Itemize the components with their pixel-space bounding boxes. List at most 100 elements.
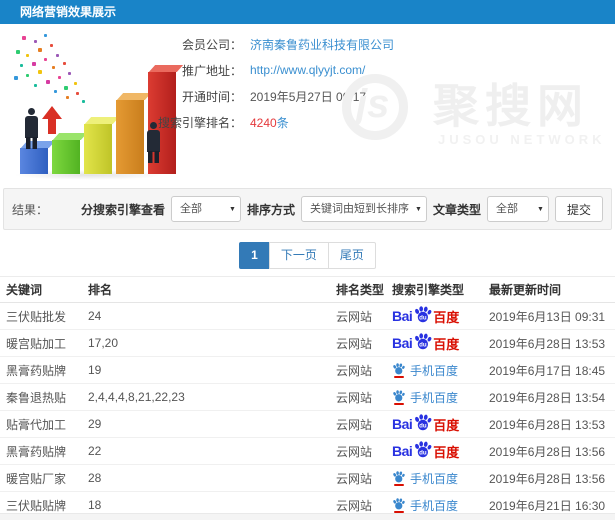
table-row: 黑膏药贴牌 19 云网站 Bai du 百度: [0, 357, 615, 384]
rank-link[interactable]: 2,4,4,4,8,21,22,23: [86, 384, 334, 411]
engine-cell: Bai du 百度: [390, 357, 487, 384]
promo-url-link[interactable]: http://www.qlyyjt.com/: [250, 63, 365, 77]
confetti-dot: [44, 58, 47, 61]
updated-cell: 2019年6月28日 13:53: [487, 411, 615, 438]
rank-count-label: 搜索引擎排名：: [150, 114, 242, 131]
marketing-report-page: 网络营销效果展示: [0, 0, 615, 520]
baidu-paw-icon: du: [413, 414, 432, 431]
rank-count-unit: 条: [277, 116, 289, 130]
baidu-logo-icon: Bai du 百度: [392, 333, 459, 353]
baidu-paw-icon: du: [413, 333, 432, 350]
confetti-dot: [26, 54, 29, 57]
confetti-dot: [56, 54, 59, 57]
last-page-button[interactable]: 尾页: [328, 242, 376, 269]
table-row: 秦鲁退热贴 2,4,4,4,8,21,22,23 云网站 Bai du 百度: [0, 384, 615, 411]
promo-url-label: 推广地址：: [150, 62, 242, 79]
rank-type-cell: 云网站: [334, 357, 390, 384]
up-arrow-stem: [48, 118, 56, 134]
col-engine-type: 搜索引擎类型: [390, 277, 487, 303]
keyword-rank-table: 关键词 排名 排名类型 搜索引擎类型 最新更新时间 三伏贴批发 24 云网站 B…: [0, 276, 615, 519]
svg-text:du: du: [419, 450, 427, 457]
engine-cell: Bai du 百度: [390, 411, 487, 438]
svg-text:du: du: [419, 342, 427, 349]
confetti-dot: [26, 74, 29, 77]
company-link[interactable]: 济南秦鲁药业科技有限公司: [250, 36, 394, 53]
baidu-logo-icon: Bai du 百度: [392, 441, 459, 461]
confetti-dot: [58, 76, 61, 79]
mobile-paw-icon: [392, 498, 405, 510]
baidu-paw-icon: du: [413, 441, 432, 458]
rank-count-value: 4240: [250, 116, 277, 130]
keyword-cell: 黑膏药贴牌: [0, 357, 86, 384]
page-header: 网络营销效果展示: [0, 0, 615, 24]
updated-cell: 2019年6月28日 13:56: [487, 465, 615, 492]
updated-cell: 2019年6月28日 13:53: [487, 330, 615, 357]
confetti-dot: [38, 70, 42, 74]
rank-link[interactable]: 24: [86, 303, 334, 330]
confetti-dot: [74, 82, 77, 85]
open-time-value: 2019年5月27日 09:17: [250, 88, 366, 105]
baidu-logo-icon: Bai du 百度: [392, 414, 459, 434]
rank-type-cell: 云网站: [334, 330, 390, 357]
rank-link[interactable]: 29: [86, 411, 334, 438]
confetti-dot: [20, 64, 23, 67]
rank-count-row: 搜索引擎排名： 4240条: [150, 112, 480, 132]
confetti-dot: [66, 96, 69, 99]
rank-link[interactable]: 17,20: [86, 330, 334, 357]
mobile-paw-icon: [392, 363, 405, 375]
engine-cell: Bai du 百度: [390, 303, 487, 330]
page-1-button[interactable]: 1: [239, 242, 270, 269]
baidu-paw-icon: du: [413, 306, 432, 323]
confetti-dot: [22, 36, 26, 40]
footer-strip: [0, 513, 615, 520]
confetti-dot: [32, 62, 36, 66]
col-updated: 最新更新时间: [487, 277, 615, 303]
confetti-dot: [54, 90, 57, 93]
rank-link[interactable]: 19: [86, 357, 334, 384]
rank-type-cell: 云网站: [334, 411, 390, 438]
rank-type-cell: 云网站: [334, 384, 390, 411]
rank-type-cell: 云网站: [334, 438, 390, 465]
svg-text:du: du: [419, 315, 427, 322]
col-rank: 排名: [86, 277, 334, 303]
confetti-dot: [64, 86, 68, 90]
updated-cell: 2019年6月28日 13:56: [487, 438, 615, 465]
next-page-button[interactable]: 下一页: [269, 242, 329, 269]
article-type-select[interactable]: 全部: [487, 196, 549, 222]
col-keyword: 关键词: [0, 277, 86, 303]
table-row: 暖宫贴厂家 28 云网站 Bai du 百度: [0, 465, 615, 492]
rank-link[interactable]: 22: [86, 438, 334, 465]
open-time-row: 开通时间： 2019年5月27日 09:17: [150, 86, 480, 106]
page-title: 网络营销效果展示: [0, 0, 615, 24]
mobile-paw-icon: [392, 471, 405, 483]
confetti-dot: [34, 40, 37, 43]
confetti-dot: [63, 62, 66, 65]
filter-bar: 结果： 分搜索引擎查看 全部 排序方式 关键词由短到长排序 文章类型 全部 提交: [3, 188, 612, 230]
promo-url-row: 推广地址： http://www.qlyyjt.com/: [150, 60, 480, 80]
keyword-cell: 暖宫贴厂家: [0, 465, 86, 492]
engine-cell: Bai du 百度: [390, 384, 487, 411]
confetti-dot: [68, 72, 71, 75]
rank-link[interactable]: 28: [86, 465, 334, 492]
baidu-logo-icon: Bai du 百度: [392, 306, 459, 326]
table-row: 黑膏药贴牌 22 云网站 Bai du 百度: [0, 438, 615, 465]
sort-select[interactable]: 关键词由短到长排序: [301, 196, 427, 222]
updated-cell: 2019年6月28日 13:54: [487, 384, 615, 411]
col-rank-type: 排名类型: [334, 277, 390, 303]
result-label: 结果：: [12, 201, 48, 218]
svg-text:du: du: [419, 423, 427, 430]
confetti-dot: [52, 66, 55, 69]
rank-type-cell: 云网站: [334, 465, 390, 492]
confetti-dot: [76, 92, 79, 95]
table-header-row: 关键词 排名 排名类型 搜索引擎类型 最新更新时间: [0, 277, 615, 303]
mobile-paw-icon: [392, 390, 405, 402]
confetti-dot: [34, 84, 37, 87]
mobile-baidu-logo-icon: 手机百度: [392, 362, 458, 379]
updated-cell: 2019年6月13日 09:31: [487, 303, 615, 330]
mobile-baidu-logo-icon: 手机百度: [392, 497, 458, 514]
keyword-cell: 黑膏药贴牌: [0, 438, 86, 465]
table-row: 三伏贴批发 24 云网站 Bai du 百度: [0, 303, 615, 330]
submit-button[interactable]: 提交: [555, 196, 603, 222]
engine-cell: Bai du 百度: [390, 438, 487, 465]
engine-filter-select[interactable]: 全部: [171, 196, 241, 222]
